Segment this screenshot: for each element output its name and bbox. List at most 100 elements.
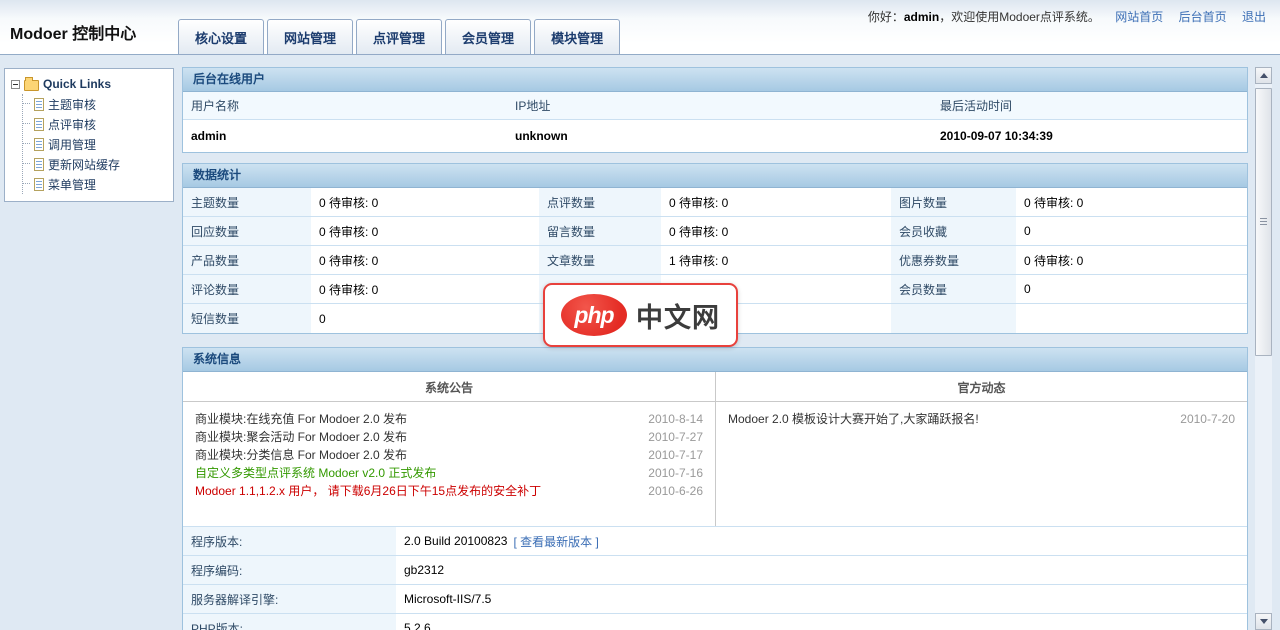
detail-value: Microsoft-IIS/7.5 — [396, 585, 1247, 613]
stat-row: 回应数量 0 待审核: 0 留言数量 0 待审核: 0 会员收藏 0 — [183, 217, 1247, 246]
username: admin — [904, 10, 939, 24]
quick-links-label: Quick Links — [43, 77, 111, 91]
stat-value: 0 — [1016, 275, 1247, 303]
detail-row-version: 程序版本: 2.0 Build 20100823[ 查看最新版本 ] — [183, 527, 1247, 556]
greeting-suffix: ，欢迎使用Modoer点评系统。 — [939, 10, 1100, 24]
sidebar-item-call-management[interactable]: 调用管理 — [23, 134, 169, 154]
announcement-text: Modoer 1.1,1.2.x 用户， 请下载6月26日下午15点发布的安全补… — [195, 482, 541, 500]
sidebar-item-update-site-cache[interactable]: 更新网站缓存 — [23, 154, 169, 174]
stat-label: 图片数量 — [891, 188, 1016, 216]
online-users-header-row: 用户名称 IP地址 最后活动时间 — [183, 92, 1247, 120]
scroll-up-button[interactable] — [1255, 67, 1272, 84]
stat-value: 0 待审核: 0 — [311, 275, 539, 303]
online-user-row: admin unknown 2010-09-07 10:34:39 — [183, 120, 1247, 152]
detail-label: 程序版本: — [183, 527, 396, 555]
detail-label: PHP版本: — [183, 614, 396, 630]
online-ip: unknown — [507, 129, 932, 143]
sidebar-item-label: 点评审核 — [48, 116, 96, 133]
stat-label: 点评数量 — [539, 188, 661, 216]
stat-label — [891, 304, 1016, 333]
tab-site-management[interactable]: 网站管理 — [267, 19, 353, 55]
official-news-item: Modoer 2.0 模板设计大赛开始了,大家踊跃报名! 2010-7-20 — [728, 410, 1235, 428]
tab-review-management[interactable]: 点评管理 — [356, 19, 442, 55]
news-columns: 系统公告 商业模块:在线充值 For Modoer 2.0 发布 2010-8-… — [183, 372, 1247, 527]
announcement-item-security: Modoer 1.1,1.2.x 用户， 请下载6月26日下午15点发布的安全补… — [195, 482, 703, 500]
online-last-active: 2010-09-07 10:34:39 — [932, 129, 1247, 143]
quick-links-root[interactable]: Quick Links — [11, 74, 169, 94]
link-check-latest-version[interactable]: [ 查看最新版本 ] — [513, 533, 598, 550]
sidebar-item-review-audit[interactable]: 点评审核 — [23, 114, 169, 134]
announcement-date: 2010-8-14 — [638, 410, 703, 428]
stat-label: 主题数量 — [183, 188, 311, 216]
arrow-down-icon — [1260, 619, 1268, 624]
tab-module-management[interactable]: 模块管理 — [534, 19, 620, 55]
link-admin-home[interactable]: 后台首页 — [1179, 10, 1227, 24]
document-icon — [34, 178, 44, 191]
document-icon — [34, 158, 44, 171]
stat-value: 0 待审核: 0 — [661, 217, 891, 245]
folder-icon — [24, 80, 39, 91]
greeting-prefix: 你好： — [868, 10, 904, 24]
scroll-down-button[interactable] — [1255, 613, 1272, 630]
user-bar: 你好：admin，欢迎使用Modoer点评系统。 网站首页 后台首页 退出 — [868, 8, 1266, 25]
quick-links-list: 主题审核 点评审核 调用管理 更新网站缓存 菜单管理 — [22, 94, 169, 194]
sidebar-item-label: 主题审核 — [48, 96, 96, 113]
announcements-header: 系统公告 — [183, 372, 715, 402]
php-logo-icon: php — [561, 294, 627, 336]
stat-value: 0 待审核: 0 — [661, 188, 891, 216]
stat-value: 0 待审核: 0 — [311, 188, 539, 216]
announcement-text: 商业模块:分类信息 For Modoer 2.0 发布 — [195, 446, 407, 464]
vertical-scrollbar[interactable] — [1255, 67, 1272, 630]
official-news-text: Modoer 2.0 模板设计大赛开始了,大家踊跃报名! — [728, 410, 979, 428]
document-icon — [34, 138, 44, 151]
scrollbar-thumb[interactable] — [1255, 88, 1272, 356]
detail-row-php-version: PHP版本: 5.2.6 — [183, 614, 1247, 630]
sidebar-item-theme-audit[interactable]: 主题审核 — [23, 94, 169, 114]
stat-label: 评论数量 — [183, 275, 311, 303]
stat-label: 优惠券数量 — [891, 246, 1016, 274]
tab-member-management[interactable]: 会员管理 — [445, 19, 531, 55]
link-site-home[interactable]: 网站首页 — [1115, 10, 1163, 24]
stat-value — [1016, 304, 1247, 333]
announcement-item: 商业模块:在线充值 For Modoer 2.0 发布 2010-8-14 — [195, 410, 703, 428]
announcements-column: 系统公告 商业模块:在线充值 For Modoer 2.0 发布 2010-8-… — [183, 372, 715, 526]
announcement-text: 商业模块:在线充值 For Modoer 2.0 发布 — [195, 410, 407, 428]
statistics-title: 数据统计 — [183, 164, 1247, 188]
detail-label: 程序编码: — [183, 556, 396, 584]
detail-row-encoding: 程序编码: gb2312 — [183, 556, 1247, 585]
col-last-active: 最后活动时间 — [932, 97, 1247, 114]
online-users-title: 后台在线用户 — [183, 68, 1247, 92]
tab-core-settings[interactable]: 核心设置 — [178, 19, 264, 55]
stat-value: 0 待审核: 0 — [1016, 246, 1247, 274]
page-title: Modoer 控制中心 — [10, 20, 136, 44]
php-cn-watermark: php 中文网 — [543, 283, 738, 347]
sidebar-item-menu-management[interactable]: 菜单管理 — [23, 174, 169, 194]
col-username: 用户名称 — [183, 97, 507, 114]
stat-value: 0 待审核: 0 — [311, 246, 539, 274]
arrow-up-icon — [1260, 73, 1268, 78]
stat-label: 短信数量 — [183, 304, 311, 333]
announcement-date: 2010-6-26 — [638, 482, 703, 500]
stat-row: 主题数量 0 待审核: 0 点评数量 0 待审核: 0 图片数量 0 待审核: … — [183, 188, 1247, 217]
stat-value: 1 待审核: 0 — [661, 246, 891, 274]
detail-row-server-engine: 服务器解译引擎: Microsoft-IIS/7.5 — [183, 585, 1247, 614]
online-users-section: 后台在线用户 用户名称 IP地址 最后活动时间 admin unknown 20… — [182, 67, 1248, 153]
stat-value: 0 — [1016, 217, 1247, 245]
link-logout[interactable]: 退出 — [1242, 10, 1266, 24]
stat-label: 留言数量 — [539, 217, 661, 245]
stat-row: 产品数量 0 待审核: 0 文章数量 1 待审核: 0 优惠券数量 0 待审核:… — [183, 246, 1247, 275]
official-news-header: 官方动态 — [716, 372, 1247, 402]
announcement-date: 2010-7-16 — [638, 464, 703, 482]
announcement-item: 商业模块:聚会活动 For Modoer 2.0 发布 2010-7-27 — [195, 428, 703, 446]
sidebar-item-label: 菜单管理 — [48, 176, 96, 193]
document-icon — [34, 118, 44, 131]
collapse-icon[interactable] — [11, 80, 20, 89]
announcement-item: 商业模块:分类信息 For Modoer 2.0 发布 2010-7-17 — [195, 446, 703, 464]
official-news-column: 官方动态 Modoer 2.0 模板设计大赛开始了,大家踊跃报名! 2010-7… — [715, 372, 1247, 526]
stat-label: 会员收藏 — [891, 217, 1016, 245]
announcement-date: 2010-7-17 — [638, 446, 703, 464]
document-icon — [34, 98, 44, 111]
stat-value: 0 待审核: 0 — [311, 217, 539, 245]
announcement-text: 商业模块:聚会活动 For Modoer 2.0 发布 — [195, 428, 407, 446]
sidebar-item-label: 调用管理 — [48, 136, 96, 153]
